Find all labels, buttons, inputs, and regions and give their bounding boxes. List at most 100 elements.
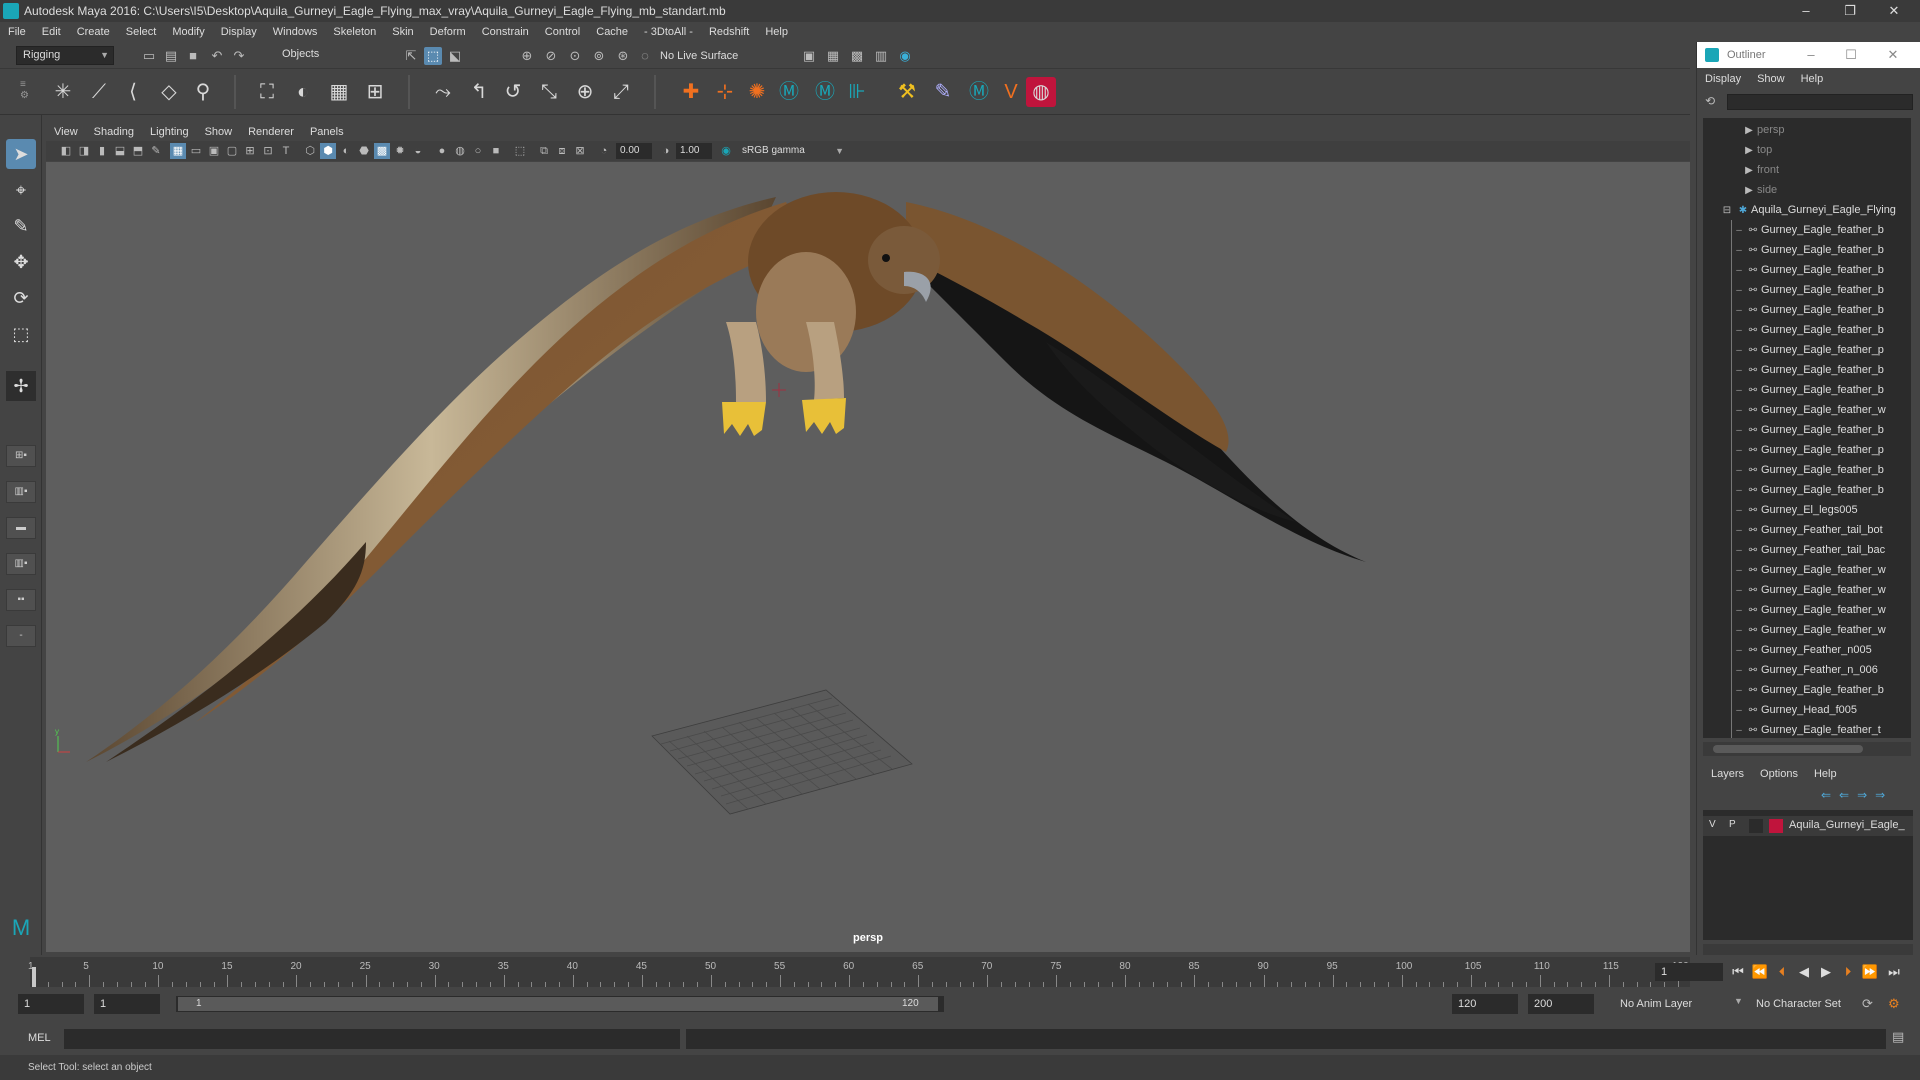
parent-constraint-icon[interactable]: ⊕ [570,77,600,107]
safe-action-icon[interactable]: ⊡ [260,143,276,159]
current-time-marker[interactable] [32,967,36,987]
screen-space-ao-icon[interactable]: ● [434,143,450,159]
lasso-tool-icon[interactable]: ⌖ [6,175,36,205]
time-slider[interactable]: 1 5 10 15 20 25 30 35 40 45 50 55 60 65 70 75 80 85 90 95 10… [0,955,1920,989]
field-chart-icon[interactable]: ⊞ [242,143,258,159]
outliner-mesh-item[interactable]: – ⚯ Gurney_Eagle_feather_b [1733,240,1911,260]
outliner-h-scrollbar[interactable] [1703,742,1911,756]
outliner-maximize-button[interactable]: ☐ [1831,42,1871,68]
gamma-field[interactable]: 1.00 [676,143,712,159]
xray-icon[interactable]: ⧉ [536,143,552,159]
close-button[interactable]: ✕ [1874,0,1914,22]
layer-reference-toggle[interactable] [1749,819,1763,833]
next-key-icon[interactable]: ⏵ [1838,962,1858,982]
refresh-icon[interactable]: ⟲ [1705,94,1715,108]
outliner-close-button[interactable]: ✕ [1873,42,1913,68]
outliner-root-item[interactable]: ⊟ ✱ Aquila_Gurneyi_Eagle_Flying [1719,200,1911,220]
select-object-icon[interactable]: ⬚ [424,47,442,65]
color-space-dropdown[interactable]: sRGB gamma ▼ [738,143,848,159]
outliner-mesh-item[interactable]: – ⚯ Gurney_Eagle_feather_b [1733,380,1911,400]
safe-title-icon[interactable]: T [278,143,294,159]
play-backward-icon[interactable]: ◀ [1794,962,1814,982]
range-slider[interactable]: 1 120 [176,996,944,1012]
point-constraint-icon[interactable]: ⤳ [428,77,458,107]
render-view-icon[interactable]: ▣ [800,47,818,65]
orient-constraint-icon[interactable]: ↺ [498,77,528,107]
wireframe-icon[interactable]: ⬡ [302,143,318,159]
ipr-render-icon[interactable]: ▩ [848,47,866,65]
camera-attributes-icon[interactable]: ◨ [76,143,92,159]
film-gate-icon[interactable]: ▭ [188,143,204,159]
maximize-button[interactable]: ❐ [1830,0,1870,22]
xray-components-icon[interactable]: ⊠ [572,143,588,159]
outliner-mesh-item[interactable]: – ⚯ Gurney_Eagle_feather_b [1733,460,1911,480]
pole-vector-icon[interactable]: ⤢ [606,77,636,107]
snap-view-icon[interactable]: ⊚ [590,47,608,65]
outliner-mesh-item[interactable]: – ⚯ Gurney_Eagle_feather_b [1733,420,1911,440]
render-frame-icon[interactable]: ▦ [824,47,842,65]
menu-control[interactable]: Control [537,22,588,42]
maya-m-icon[interactable]: Ⓜ [774,77,804,107]
gate-mask-icon[interactable]: ▢ [224,143,240,159]
outliner-mesh-item[interactable]: – ⚯ Gurney_Eagle_feather_w [1733,600,1911,620]
insert-joint-icon[interactable]: ◇ [154,77,184,107]
go-to-start-icon[interactable]: ⏮ [1728,962,1748,982]
use-all-lights-icon[interactable]: ✹ [392,143,408,159]
outliner-mesh-item[interactable]: – ⚯ Gurney_Eagle_feather_b [1733,260,1911,280]
camera-select-icon[interactable]: ◧ [58,143,74,159]
mel-label[interactable]: MEL [28,1032,51,1044]
resolution-gate-icon[interactable]: ▣ [206,143,222,159]
layout-four-icon[interactable]: ▥▪ [6,481,36,503]
layout-persp-outliner-icon[interactable]: ▬ [6,517,36,539]
outliner-mesh-item[interactable]: – ⚯ Gurney_El_legs005 [1733,500,1911,520]
rotate-tool-icon[interactable]: ⟳ [6,283,36,313]
vray-icon[interactable]: V [996,77,1026,107]
show-manipulator-icon[interactable]: ✢ [6,371,36,401]
go-to-end-icon[interactable]: ⏭ [1884,962,1904,982]
annotation-icon[interactable]: ✺ [742,77,772,107]
paint-weights-icon[interactable]: ◐ [288,77,318,107]
menu-create[interactable]: Create [69,22,118,42]
outliner-mesh-item[interactable]: – ⚯ Gurney_Head_f005 [1733,700,1911,720]
image-plane-icon[interactable]: ⬓ [112,143,128,159]
minimize-button[interactable]: – [1786,0,1826,22]
aim-constraint-icon[interactable]: ↰ [464,77,494,107]
layer-row[interactable]: V P Aquila_Gurneyi_Eagle_ [1703,816,1913,836]
menu-modify[interactable]: Modify [164,22,212,42]
grease-pencil-icon[interactable]: ✎ [148,143,164,159]
mode-dropdown[interactable]: Rigging ▼ [16,46,114,65]
layer-playback-toggle[interactable]: P [1729,819,1743,830]
select-tool-icon[interactable]: ➤ [6,139,36,169]
snap-grid-icon[interactable]: ⊕ [518,47,536,65]
bind-skin-icon[interactable]: ⛶ [252,77,282,107]
scale-tool-icon[interactable]: ⬚ [6,319,36,349]
joint-tool-icon[interactable]: ✳ [48,77,78,107]
outliner-menu-help[interactable]: Help [1793,70,1832,88]
menu-redshift[interactable]: Redshift [701,22,757,42]
textured-icon[interactable]: ▩ [374,143,390,159]
shadows-icon[interactable]: ◒ [410,143,426,159]
new-scene-icon[interactable]: ▭ [140,47,158,65]
two-d-pan-icon[interactable]: ⬒ [130,143,146,159]
snap-point-icon[interactable]: ⊙ [566,47,584,65]
scrollbar-thumb[interactable] [1713,745,1863,753]
viewport-menu-view[interactable]: View [46,123,86,141]
hypershade-icon[interactable]: ◉ [896,47,914,65]
default-material-icon[interactable]: ◐ [338,143,354,159]
outliner-mesh-item[interactable]: – ⚯ Gurney_Eagle_feather_w [1733,620,1911,640]
layer-menu-layers[interactable]: Layers [1703,764,1752,784]
depth-of-field-icon[interactable]: ■ [488,143,504,159]
viewport-menu-lighting[interactable]: Lighting [142,123,197,141]
outliner-search-input[interactable] [1727,94,1913,110]
prev-key-icon[interactable]: ⏴ [1772,962,1792,982]
mirror-joint-icon[interactable]: ⚲ [188,77,218,107]
step-back-icon[interactable]: ⏪ [1750,962,1770,982]
brush-icon[interactable]: ✎ [928,77,958,107]
menu-3dtoall[interactable]: - 3DtoAll - [636,22,701,42]
current-frame-field[interactable]: 1 [1655,963,1723,981]
layout-single-icon[interactable]: ⊞▪ [6,445,36,467]
make-live-icon[interactable]: ◌ [636,47,654,65]
anim-layer-dropdown[interactable]: No Anim Layer [1620,998,1692,1010]
cluster-icon[interactable]: ⊞ [360,77,390,107]
select-component-icon[interactable]: ⬕ [446,47,464,65]
